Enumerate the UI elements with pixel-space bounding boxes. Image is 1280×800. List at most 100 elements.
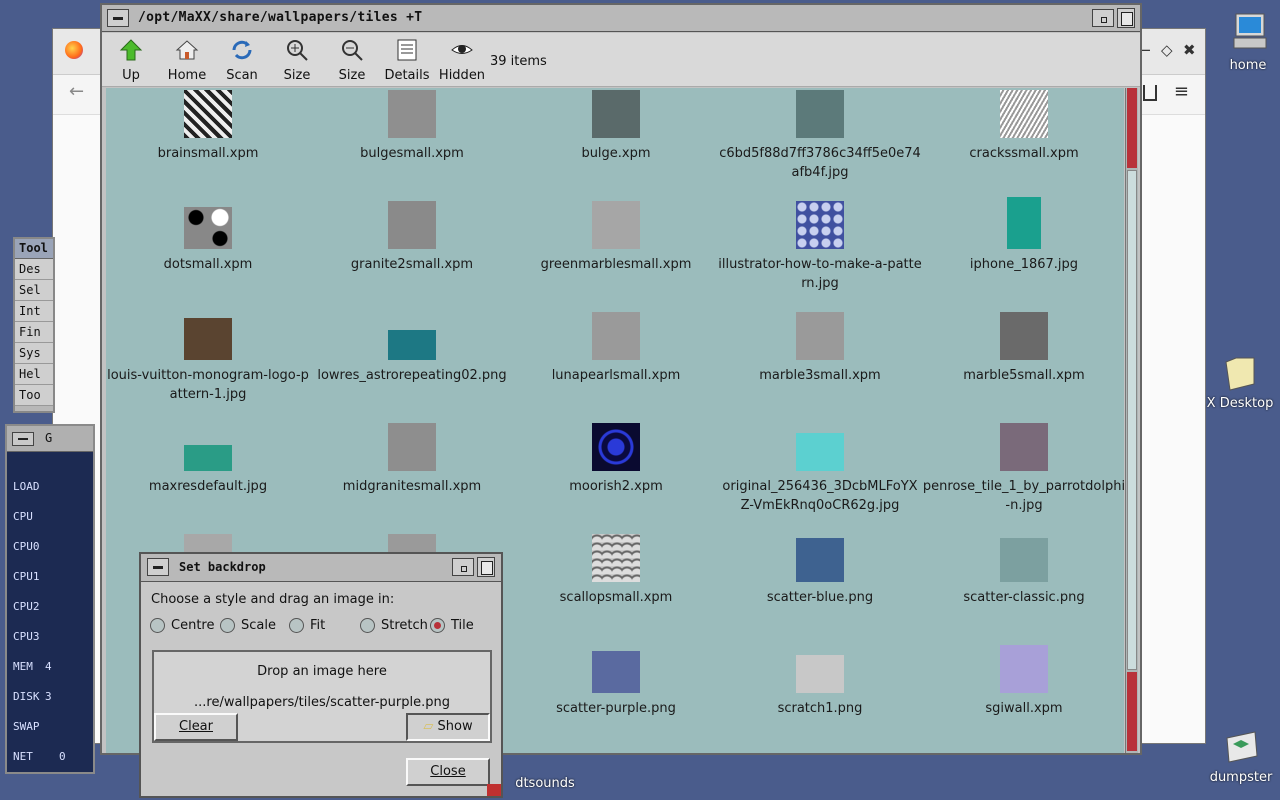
radio-circle[interactable]: [289, 618, 304, 633]
thumbnail-image: [796, 655, 844, 693]
monitor-titlebar[interactable]: G: [7, 426, 93, 452]
file-item[interactable]: greenmarblesmall.xpm: [514, 197, 718, 274]
minimize-button[interactable]: [12, 432, 34, 446]
share-icon[interactable]: [1143, 85, 1157, 101]
toolchest-item[interactable]: Fin: [15, 322, 53, 343]
radio-circle[interactable]: [360, 618, 375, 633]
file-item[interactable]: bulgesmall.xpm: [310, 88, 514, 163]
monitor-label: CPU3: [13, 630, 40, 643]
file-item[interactable]: crackssmall.xpm: [922, 88, 1124, 163]
monitor-label: CPU2: [13, 600, 40, 613]
file-item[interactable]: original_256436_3DcbMLFoYXZ-VmEkRnq0oCR6…: [718, 419, 922, 515]
resize-handle[interactable]: [487, 784, 501, 796]
file-item[interactable]: bulge.xpm: [514, 88, 718, 163]
file-item[interactable]: midgranitesmall.xpm: [310, 419, 514, 496]
file-item[interactable]: moorish2.xpm: [514, 419, 718, 496]
desktop-icon-home[interactable]: home: [1218, 10, 1278, 73]
radio-centre[interactable]: Centre: [150, 618, 214, 633]
toolchest-item[interactable]: Hel: [15, 364, 53, 385]
file-name: scatter-classic.png: [963, 590, 1085, 605]
image-path: ...re/wallpapers/tiles/scatter-purple.pn…: [194, 695, 450, 710]
minimize-button[interactable]: [1092, 9, 1114, 27]
scan-button[interactable]: Scan: [213, 37, 271, 83]
scroll-down-region[interactable]: [1127, 672, 1137, 751]
size-decrease-button[interactable]: Size: [323, 37, 381, 83]
toolchest-item[interactable]: Int: [15, 301, 53, 322]
file-item[interactable]: brainsmall.xpm: [106, 88, 310, 163]
up-button[interactable]: Up: [102, 37, 160, 83]
dialog-titlebar[interactable]: Set backdrop: [141, 554, 501, 582]
desktop-icon-dtsounds[interactable]: dtsounds: [505, 750, 585, 791]
radio-fit[interactable]: Fit: [289, 618, 325, 633]
scroll-thumb[interactable]: [1127, 170, 1137, 670]
file-item[interactable]: louis-vuitton-monogram-logo-pattern-1.jp…: [106, 308, 310, 404]
file-item[interactable]: iphone_1867.jpg: [922, 197, 1124, 274]
radio-label: Stretch: [381, 618, 428, 633]
radio-tile[interactable]: Tile: [430, 618, 474, 633]
maximize-button[interactable]: [1117, 8, 1135, 28]
close-icon[interactable]: ✖: [1183, 41, 1196, 59]
toolchest-title[interactable]: Tool: [15, 239, 53, 259]
details-button[interactable]: Details: [378, 37, 436, 83]
radio-circle-selected[interactable]: [430, 618, 445, 633]
file-item[interactable]: penrose_tile_1_by_parrotdolphi-n.jpg: [922, 419, 1124, 515]
file-name: scallopsmall.xpm: [559, 590, 673, 605]
image-drop-zone[interactable]: Drop an image here ...re/wallpapers/tile…: [152, 650, 492, 743]
back-arrow-icon[interactable]: ←: [69, 81, 84, 102]
desktop-icon-dumpster[interactable]: dumpster: [1202, 722, 1280, 785]
file-item[interactable]: marble5small.xpm: [922, 308, 1124, 385]
file-name: crackssmall.xpm: [969, 146, 1079, 161]
toolchest-item[interactable]: Sel: [15, 280, 53, 301]
window-menu-button[interactable]: [107, 9, 129, 27]
firefox-icon[interactable]: [65, 41, 83, 59]
thumbnail-image: [388, 90, 436, 138]
vertical-scrollbar[interactable]: [1125, 88, 1138, 753]
hamburger-menu-icon[interactable]: ≡: [1174, 81, 1189, 102]
hidden-button[interactable]: Hidden: [433, 37, 491, 83]
file-item[interactable]: c6bd5f88d7ff3786c34ff5e0e74afb4f.jpg: [718, 88, 922, 182]
file-manager-titlebar[interactable]: /opt/MaXX/share/wallpapers/tiles +T: [102, 5, 1140, 32]
file-item[interactable]: illustrator-how-to-make-a-pattern.jpg: [718, 197, 922, 293]
file-item[interactable]: scratch1.png: [718, 641, 922, 718]
computer-icon: [1233, 13, 1267, 49]
toolchest-item[interactable]: Sys: [15, 343, 53, 364]
file-item[interactable]: dotsmall.xpm: [106, 197, 310, 274]
file-item[interactable]: marble3small.xpm: [718, 308, 922, 385]
file-name: lowres_astrorepeating02.png: [317, 368, 507, 383]
thumbnail-image: [1000, 538, 1048, 582]
toolchest-item[interactable]: Des: [15, 259, 53, 280]
desktop-icon-maxx-desktop[interactable]: X Desktop: [1200, 352, 1280, 411]
file-item[interactable]: maxresdefault.jpg: [106, 419, 310, 496]
size-increase-button[interactable]: Size: [268, 37, 326, 83]
radio-stretch[interactable]: Stretch: [360, 618, 428, 633]
file-item[interactable]: scatter-blue.png: [718, 530, 922, 607]
file-name: scatter-purple.png: [556, 701, 676, 716]
radio-circle[interactable]: [220, 618, 235, 633]
file-item[interactable]: scatter-classic.png: [922, 530, 1124, 607]
file-item[interactable]: lunapearlsmall.xpm: [514, 308, 718, 385]
maximize-button[interactable]: [477, 557, 495, 577]
thumbnail-image: [796, 201, 844, 249]
monitor-label: NET: [13, 750, 33, 763]
restore-icon[interactable]: ◇: [1161, 41, 1173, 59]
minimize-button[interactable]: [452, 558, 474, 576]
radio-scale[interactable]: Scale: [220, 618, 276, 633]
home-button[interactable]: Home: [158, 37, 216, 83]
close-button[interactable]: Close: [406, 758, 490, 786]
file-item[interactable]: scatter-purple.png: [514, 641, 718, 718]
window-menu-button[interactable]: [147, 558, 169, 576]
show-button[interactable]: ▱ Show: [406, 713, 490, 741]
details-label: Details: [384, 68, 430, 83]
file-name: marble5small.xpm: [963, 368, 1085, 383]
radio-circle[interactable]: [150, 618, 165, 633]
clear-button[interactable]: Clear: [154, 713, 238, 741]
dialog-prompt: Choose a style and drag an image in:: [151, 592, 395, 607]
scroll-up-region[interactable]: [1127, 88, 1137, 168]
house-icon: [158, 37, 216, 63]
file-item[interactable]: lowres_astrorepeating02.png: [310, 308, 514, 385]
file-item[interactable]: sgiwall.xpm: [922, 641, 1124, 718]
monitor-label: DISK: [13, 690, 40, 703]
file-item[interactable]: scallopsmall.xpm: [514, 530, 718, 607]
file-item[interactable]: granite2small.xpm: [310, 197, 514, 274]
toolchest-item[interactable]: Too: [15, 385, 53, 406]
